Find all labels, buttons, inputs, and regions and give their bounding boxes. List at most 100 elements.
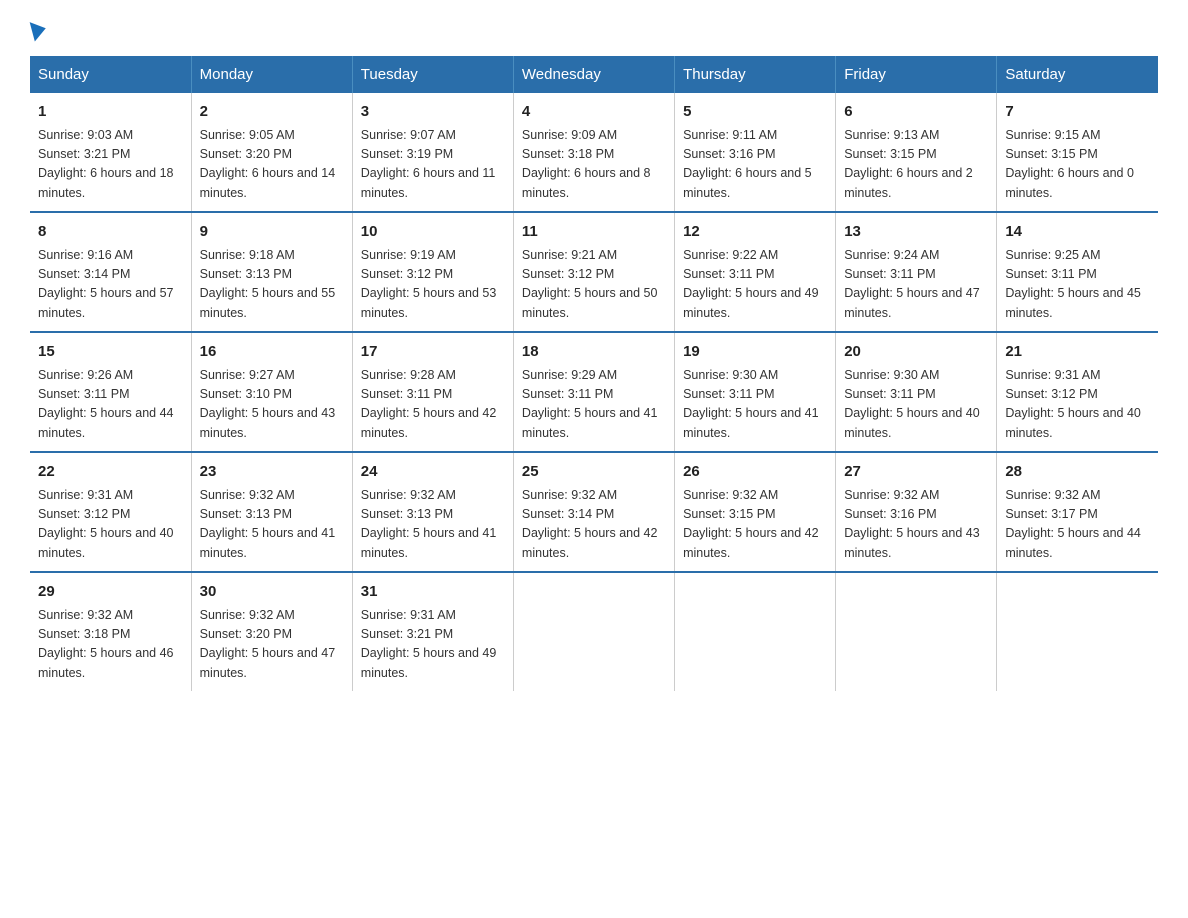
- day-number: 5: [683, 101, 827, 124]
- day-info: Sunrise: 9:30 AMSunset: 3:11 PMDaylight:…: [844, 366, 988, 444]
- day-number: 28: [1005, 461, 1150, 484]
- day-info: Sunrise: 9:28 AMSunset: 3:11 PMDaylight:…: [361, 366, 505, 444]
- header-sunday: Sunday: [30, 56, 191, 93]
- day-info: Sunrise: 9:31 AMSunset: 3:12 PMDaylight:…: [1005, 366, 1150, 444]
- week-row-1: 1Sunrise: 9:03 AMSunset: 3:21 PMDaylight…: [30, 93, 1158, 212]
- logo: [30, 20, 48, 36]
- calendar-cell: 26Sunrise: 9:32 AMSunset: 3:15 PMDayligh…: [675, 452, 836, 572]
- page-header: [30, 20, 1158, 36]
- header-monday: Monday: [191, 56, 352, 93]
- calendar-cell: 2Sunrise: 9:05 AMSunset: 3:20 PMDaylight…: [191, 93, 352, 212]
- day-info: Sunrise: 9:32 AMSunset: 3:13 PMDaylight:…: [200, 486, 344, 564]
- day-number: 3: [361, 101, 505, 124]
- calendar-cell: 25Sunrise: 9:32 AMSunset: 3:14 PMDayligh…: [513, 452, 674, 572]
- day-number: 14: [1005, 221, 1150, 244]
- day-number: 1: [38, 101, 183, 124]
- day-info: Sunrise: 9:05 AMSunset: 3:20 PMDaylight:…: [200, 126, 344, 204]
- day-info: Sunrise: 9:32 AMSunset: 3:20 PMDaylight:…: [200, 606, 344, 684]
- day-number: 24: [361, 461, 505, 484]
- calendar-cell: 11Sunrise: 9:21 AMSunset: 3:12 PMDayligh…: [513, 212, 674, 332]
- day-number: 29: [38, 581, 183, 604]
- calendar-cell: 22Sunrise: 9:31 AMSunset: 3:12 PMDayligh…: [30, 452, 191, 572]
- day-number: 20: [844, 341, 988, 364]
- day-info: Sunrise: 9:21 AMSunset: 3:12 PMDaylight:…: [522, 246, 666, 324]
- calendar-cell: [997, 572, 1158, 691]
- day-number: 13: [844, 221, 988, 244]
- calendar-cell: 6Sunrise: 9:13 AMSunset: 3:15 PMDaylight…: [836, 93, 997, 212]
- day-info: Sunrise: 9:24 AMSunset: 3:11 PMDaylight:…: [844, 246, 988, 324]
- calendar-cell: 30Sunrise: 9:32 AMSunset: 3:20 PMDayligh…: [191, 572, 352, 691]
- header-friday: Friday: [836, 56, 997, 93]
- day-number: 22: [38, 461, 183, 484]
- week-row-4: 22Sunrise: 9:31 AMSunset: 3:12 PMDayligh…: [30, 452, 1158, 572]
- day-info: Sunrise: 9:15 AMSunset: 3:15 PMDaylight:…: [1005, 126, 1150, 204]
- day-info: Sunrise: 9:19 AMSunset: 3:12 PMDaylight:…: [361, 246, 505, 324]
- day-number: 19: [683, 341, 827, 364]
- day-info: Sunrise: 9:27 AMSunset: 3:10 PMDaylight:…: [200, 366, 344, 444]
- calendar-cell: 4Sunrise: 9:09 AMSunset: 3:18 PMDaylight…: [513, 93, 674, 212]
- day-number: 30: [200, 581, 344, 604]
- day-info: Sunrise: 9:32 AMSunset: 3:14 PMDaylight:…: [522, 486, 666, 564]
- calendar-cell: 13Sunrise: 9:24 AMSunset: 3:11 PMDayligh…: [836, 212, 997, 332]
- calendar-cell: 20Sunrise: 9:30 AMSunset: 3:11 PMDayligh…: [836, 332, 997, 452]
- calendar-cell: 28Sunrise: 9:32 AMSunset: 3:17 PMDayligh…: [997, 452, 1158, 572]
- day-number: 10: [361, 221, 505, 244]
- day-number: 31: [361, 581, 505, 604]
- day-number: 9: [200, 221, 344, 244]
- day-number: 7: [1005, 101, 1150, 124]
- header-saturday: Saturday: [997, 56, 1158, 93]
- logo-text: [30, 20, 48, 40]
- day-number: 26: [683, 461, 827, 484]
- day-info: Sunrise: 9:18 AMSunset: 3:13 PMDaylight:…: [200, 246, 344, 324]
- calendar-cell: 19Sunrise: 9:30 AMSunset: 3:11 PMDayligh…: [675, 332, 836, 452]
- day-number: 8: [38, 221, 183, 244]
- weekday-header-row: SundayMondayTuesdayWednesdayThursdayFrid…: [30, 56, 1158, 93]
- calendar-table: SundayMondayTuesdayWednesdayThursdayFrid…: [30, 56, 1158, 691]
- day-number: 2: [200, 101, 344, 124]
- calendar-cell: 1Sunrise: 9:03 AMSunset: 3:21 PMDaylight…: [30, 93, 191, 212]
- calendar-cell: 5Sunrise: 9:11 AMSunset: 3:16 PMDaylight…: [675, 93, 836, 212]
- day-number: 18: [522, 341, 666, 364]
- day-info: Sunrise: 9:26 AMSunset: 3:11 PMDaylight:…: [38, 366, 183, 444]
- calendar-cell: 21Sunrise: 9:31 AMSunset: 3:12 PMDayligh…: [997, 332, 1158, 452]
- day-number: 6: [844, 101, 988, 124]
- day-info: Sunrise: 9:31 AMSunset: 3:21 PMDaylight:…: [361, 606, 505, 684]
- calendar-cell: 17Sunrise: 9:28 AMSunset: 3:11 PMDayligh…: [352, 332, 513, 452]
- week-row-2: 8Sunrise: 9:16 AMSunset: 3:14 PMDaylight…: [30, 212, 1158, 332]
- day-info: Sunrise: 9:03 AMSunset: 3:21 PMDaylight:…: [38, 126, 183, 204]
- calendar-cell: [836, 572, 997, 691]
- day-info: Sunrise: 9:32 AMSunset: 3:18 PMDaylight:…: [38, 606, 183, 684]
- header-thursday: Thursday: [675, 56, 836, 93]
- calendar-cell: 7Sunrise: 9:15 AMSunset: 3:15 PMDaylight…: [997, 93, 1158, 212]
- calendar-cell: 23Sunrise: 9:32 AMSunset: 3:13 PMDayligh…: [191, 452, 352, 572]
- day-number: 27: [844, 461, 988, 484]
- week-row-5: 29Sunrise: 9:32 AMSunset: 3:18 PMDayligh…: [30, 572, 1158, 691]
- day-number: 11: [522, 221, 666, 244]
- day-number: 17: [361, 341, 505, 364]
- calendar-cell: 18Sunrise: 9:29 AMSunset: 3:11 PMDayligh…: [513, 332, 674, 452]
- calendar-cell: 31Sunrise: 9:31 AMSunset: 3:21 PMDayligh…: [352, 572, 513, 691]
- day-number: 12: [683, 221, 827, 244]
- header-wednesday: Wednesday: [513, 56, 674, 93]
- day-info: Sunrise: 9:30 AMSunset: 3:11 PMDaylight:…: [683, 366, 827, 444]
- day-info: Sunrise: 9:07 AMSunset: 3:19 PMDaylight:…: [361, 126, 505, 204]
- calendar-cell: 27Sunrise: 9:32 AMSunset: 3:16 PMDayligh…: [836, 452, 997, 572]
- calendar-cell: 8Sunrise: 9:16 AMSunset: 3:14 PMDaylight…: [30, 212, 191, 332]
- week-row-3: 15Sunrise: 9:26 AMSunset: 3:11 PMDayligh…: [30, 332, 1158, 452]
- day-info: Sunrise: 9:16 AMSunset: 3:14 PMDaylight:…: [38, 246, 183, 324]
- calendar-cell: 3Sunrise: 9:07 AMSunset: 3:19 PMDaylight…: [352, 93, 513, 212]
- day-info: Sunrise: 9:32 AMSunset: 3:15 PMDaylight:…: [683, 486, 827, 564]
- day-number: 21: [1005, 341, 1150, 364]
- calendar-cell: [675, 572, 836, 691]
- calendar-cell: 29Sunrise: 9:32 AMSunset: 3:18 PMDayligh…: [30, 572, 191, 691]
- header-tuesday: Tuesday: [352, 56, 513, 93]
- day-number: 16: [200, 341, 344, 364]
- day-info: Sunrise: 9:11 AMSunset: 3:16 PMDaylight:…: [683, 126, 827, 204]
- calendar-cell: 15Sunrise: 9:26 AMSunset: 3:11 PMDayligh…: [30, 332, 191, 452]
- day-number: 15: [38, 341, 183, 364]
- day-info: Sunrise: 9:32 AMSunset: 3:13 PMDaylight:…: [361, 486, 505, 564]
- calendar-cell: 14Sunrise: 9:25 AMSunset: 3:11 PMDayligh…: [997, 212, 1158, 332]
- logo-triangle-icon: [30, 19, 49, 42]
- calendar-cell: 16Sunrise: 9:27 AMSunset: 3:10 PMDayligh…: [191, 332, 352, 452]
- day-info: Sunrise: 9:13 AMSunset: 3:15 PMDaylight:…: [844, 126, 988, 204]
